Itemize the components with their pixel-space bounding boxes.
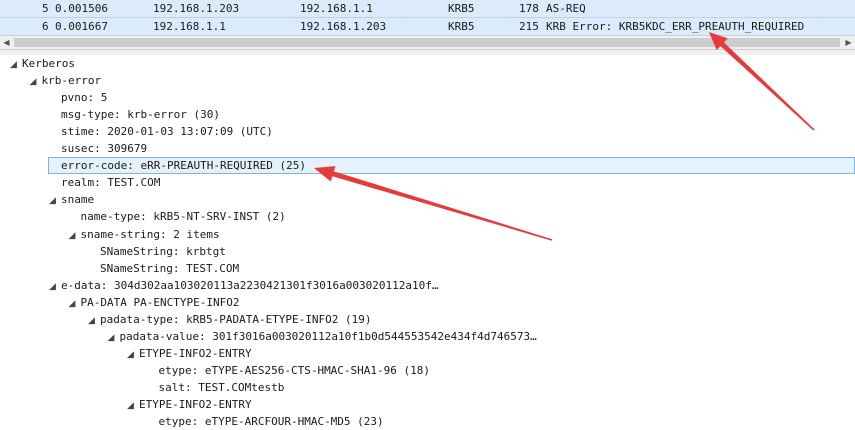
tree-row-text: error-code: eRR-PREAUTH-REQUIRED (25)	[61, 159, 307, 173]
expand-triangle-icon[interactable]: ◢	[88, 313, 100, 330]
scrollbar-thumb[interactable]	[14, 38, 840, 47]
expand-triangle-icon[interactable]: ◢	[49, 193, 61, 210]
packet-protocol: KRB5	[448, 20, 475, 33]
tree-row[interactable]: realm: TEST.COM	[49, 174, 160, 191]
expand-triangle-icon[interactable]: ◢	[10, 57, 22, 74]
expand-triangle-icon[interactable]: ◢	[69, 296, 81, 313]
tree-row[interactable]: ◢ e-data: 304d302aa103020113a2230421301f3…	[49, 277, 439, 294]
packet-length: 215	[519, 20, 539, 33]
tree-row-text: ETYPE-INFO2-ENTRY	[139, 346, 252, 360]
scroll-right-icon[interactable]: ▶	[842, 36, 855, 49]
tree-row[interactable]: ◢ sname-string: 2 items	[69, 226, 220, 243]
packet-protocol: KRB5	[448, 2, 475, 15]
packet-time: 0.001506	[55, 2, 108, 15]
tree-row-selected[interactable]: error-code: eRR-PREAUTH-REQUIRED (25)	[49, 157, 306, 174]
expand-triangle-icon[interactable]: ◢	[49, 279, 61, 296]
tree-row[interactable]: msg-type: krb-error (30)	[49, 106, 220, 123]
tree-row-text: pvno: 5	[61, 91, 108, 105]
tree-row-text: stime: 2020-01-03 13:07:09 (UTC)	[61, 125, 273, 139]
packet-no: 6	[42, 20, 49, 33]
tree-row-text: e-data: 304d302aa103020113a2230421301f30…	[61, 278, 439, 292]
tree-row-text: realm: TEST.COM	[61, 176, 161, 190]
tree-row[interactable]: etype: eTYPE-ARCFOUR-HMAC-MD5 (23)	[147, 413, 384, 430]
tree-row[interactable]: SNameString: krbtgt	[88, 243, 226, 260]
expand-triangle-icon[interactable]: ◢	[108, 330, 120, 347]
packet-details-tree: ◢ Kerberos ◢ krb-error pvno: 5 msg-type: krb-…	[0, 55, 855, 428]
tree-row-text: etype: eTYPE-AES256-CTS-HMAC-SHA1-96 (18…	[158, 363, 431, 377]
tree-row-text: etype: eTYPE-ARCFOUR-HMAC-MD5 (23)	[158, 415, 384, 429]
tree-row[interactable]: ◢ PA-DATA PA-ENCTYPE-INFO2	[69, 294, 240, 311]
packet-source: 192.168.1.203	[153, 2, 240, 15]
packet-no: 5	[42, 2, 49, 15]
tree-row-text: padata-value: 301f3016a003020112a10f1b0d…	[119, 329, 537, 343]
packet-time: 0.001667	[55, 20, 108, 33]
packet-list: 5 0.001506 192.168.1.203 192.168.1.1 KRB…	[0, 0, 855, 35]
tree-row[interactable]: SNameString: TEST.COM	[88, 260, 239, 277]
tree-row-text: Kerberos	[22, 57, 75, 70]
tree-row-text: salt: TEST.COMtestb	[158, 380, 285, 394]
tree-row-text: sname	[61, 193, 95, 207]
tree-row-text: krb-error	[41, 74, 102, 88]
tree-row[interactable]: susec: 309679	[49, 140, 147, 157]
tree-row[interactable]: ◢ ETYPE-INFO2-ENTRY	[127, 345, 252, 362]
scroll-left-icon[interactable]: ◀	[0, 36, 13, 49]
packet-source: 192.168.1.1	[153, 20, 226, 33]
tree-row[interactable]: ◢ krb-error	[30, 72, 102, 89]
tree-row[interactable]: name-type: kRB5-NT-SRV-INST (2)	[69, 208, 286, 225]
tree-row[interactable]: ◢ sname	[49, 191, 94, 208]
tree-row-text: sname-string: 2 items	[80, 227, 220, 241]
tree-row[interactable]: ◢ ETYPE-INFO2-ENTRY	[127, 396, 252, 413]
expand-triangle-icon[interactable]: ◢	[69, 228, 81, 245]
horizontal-scrollbar[interactable]: ◀ ▶	[0, 35, 855, 50]
expand-triangle-icon[interactable]: ◢	[127, 398, 139, 415]
tree-row-text: ETYPE-INFO2-ENTRY	[139, 398, 252, 411]
tree-row-text: susec: 309679	[61, 142, 148, 156]
tree-row[interactable]: pvno: 5	[49, 89, 107, 106]
tree-row-text: SNameString: TEST.COM	[100, 261, 240, 275]
packet-row[interactable]: 6 0.001667 192.168.1.1 192.168.1.203 KRB…	[0, 17, 855, 35]
packet-destination: 192.168.1.203	[300, 20, 387, 33]
packet-info: AS-REQ	[546, 2, 586, 15]
tree-row[interactable]: etype: eTYPE-AES256-CTS-HMAC-SHA1-96 (18…	[147, 362, 431, 379]
expand-triangle-icon[interactable]: ◢	[30, 74, 42, 91]
packet-row[interactable]: 5 0.001506 192.168.1.203 192.168.1.1 KRB…	[0, 0, 855, 17]
tree-row[interactable]: ◢ padata-value: 301f3016a003020112a10f1b0…	[108, 328, 537, 345]
tree-row-text: PA-DATA PA-ENCTYPE-INFO2	[80, 295, 240, 309]
tree-row-text: msg-type: krb-error (30)	[61, 108, 220, 122]
tree-row-text: padata-type: kRB5-PADATA-ETYPE-INFO2 (19…	[100, 312, 372, 326]
tree-row-text: SNameString: krbtgt	[100, 244, 226, 258]
packet-length: 178	[519, 2, 539, 15]
packet-destination: 192.168.1.1	[300, 2, 373, 15]
tree-row-text: name-type: kRB5-NT-SRV-INST (2)	[80, 210, 286, 224]
tree-row[interactable]: salt: TEST.COMtestb	[147, 379, 285, 396]
tree-row[interactable]: stime: 2020-01-03 13:07:09 (UTC)	[49, 123, 273, 140]
packet-info: KRB Error: KRB5KDC_ERR_PREAUTH_REQUIRED	[546, 20, 805, 33]
expand-triangle-icon[interactable]: ◢	[127, 347, 139, 364]
tree-row[interactable]: ◢ padata-type: kRB5-PADATA-ETYPE-INFO2 (1…	[88, 311, 372, 328]
tree-row[interactable]: ◢ Kerberos	[10, 55, 75, 72]
